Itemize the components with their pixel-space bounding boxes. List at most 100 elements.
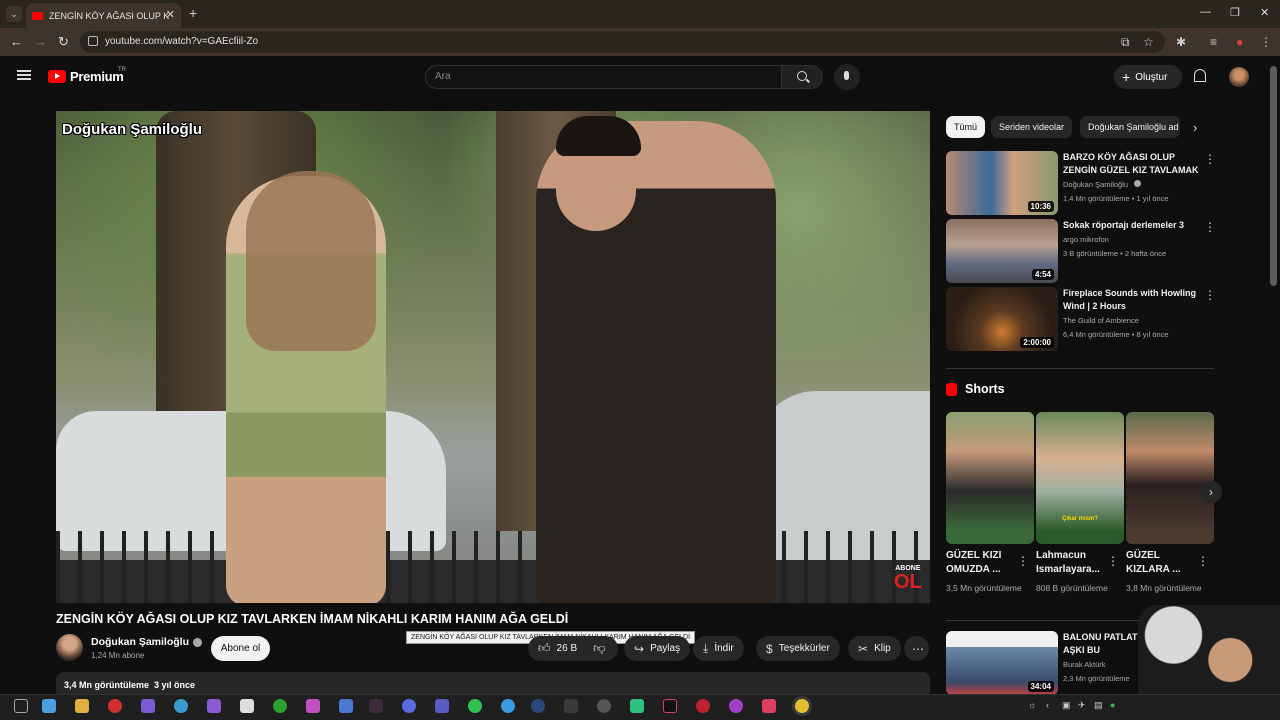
channel-avatar[interactable] bbox=[56, 634, 83, 661]
recommendation-item[interactable]: 10:36 BARZO KÖY AĞASI OLUP ZENGİN GÜZEL … bbox=[946, 151, 1216, 215]
subscribe-button[interactable]: Abone ol bbox=[211, 636, 270, 661]
bookmark-star-icon[interactable]: ☆ bbox=[1143, 35, 1154, 49]
more-icon[interactable]: ⋮ bbox=[1204, 289, 1216, 301]
like-dislike-button[interactable]: 👍︎ 26 B 👎︎ bbox=[528, 636, 618, 661]
whatsapp-icon[interactable] bbox=[468, 699, 482, 713]
more-icon[interactable]: ⋮ bbox=[1204, 221, 1216, 233]
short-thumbnail[interactable] bbox=[946, 412, 1034, 544]
channel-name[interactable]: Doğukan Şamiloğlu bbox=[91, 636, 203, 648]
edge-icon[interactable] bbox=[174, 699, 188, 713]
forward-icon[interactable]: → bbox=[34, 34, 47, 49]
tab-title: ZENGİN KÖY AĞASI OLUP K bbox=[49, 10, 170, 21]
tab-search-icon[interactable]: ⌄ bbox=[6, 6, 22, 22]
recommendation-item[interactable]: 4:54 Sokak röportajı derlemeler 3 argo m… bbox=[946, 219, 1216, 283]
app-icon[interactable] bbox=[240, 699, 254, 713]
youtube-favicon-icon bbox=[32, 11, 43, 20]
discord-icon[interactable] bbox=[402, 699, 416, 713]
tray-icon[interactable]: ▤ bbox=[1094, 700, 1103, 711]
app-icon[interactable] bbox=[339, 699, 353, 713]
app-icon[interactable] bbox=[597, 699, 611, 713]
reload-icon[interactable]: ↻ bbox=[58, 34, 69, 50]
more-icon[interactable]: ⋮ bbox=[1197, 554, 1209, 568]
browser-menu-icon[interactable]: ⋮ bbox=[1260, 35, 1272, 49]
telegram-icon[interactable] bbox=[501, 699, 515, 713]
youtube-logo[interactable]: Premium TR bbox=[48, 67, 126, 84]
video-player[interactable]: Doğukan Şamiloğlu ABONE OL bbox=[56, 111, 930, 603]
file-explorer-icon[interactable] bbox=[75, 699, 89, 713]
shorts-heading-text: Shorts bbox=[965, 382, 1005, 396]
short-title[interactable]: GÜZEL KIZLARA ... bbox=[1126, 549, 1196, 577]
steam-icon[interactable] bbox=[531, 699, 545, 713]
tiktok-icon[interactable] bbox=[663, 699, 677, 713]
short-thumbnail[interactable]: Çıkar mısın? bbox=[1036, 412, 1124, 544]
reading-list-icon[interactable]: ≡ bbox=[1210, 35, 1217, 49]
app-icon[interactable] bbox=[729, 699, 743, 713]
chip-all[interactable]: Tümü bbox=[946, 116, 986, 138]
app-icon[interactable] bbox=[762, 699, 776, 713]
watermark-ol: OL bbox=[894, 571, 922, 593]
notifications-bell-icon[interactable] bbox=[1194, 69, 1206, 82]
voice-search-mic-icon[interactable] bbox=[834, 64, 860, 90]
install-icon[interactable]: ⧉ bbox=[1121, 35, 1130, 50]
shorts-next-icon[interactable]: › bbox=[1200, 481, 1222, 503]
url-field[interactable]: youtube.com/watch?v=GAEcfiil-Zo bbox=[80, 31, 1165, 53]
profile-icon[interactable]: ● bbox=[1236, 35, 1243, 49]
extensions-icon[interactable]: ✱ bbox=[1176, 35, 1186, 49]
video-thumbnail: 2:00:00 bbox=[946, 287, 1058, 351]
minimize-icon[interactable]: — bbox=[1200, 6, 1211, 18]
close-window-icon[interactable]: ✕ bbox=[1260, 6, 1269, 19]
share-label: Paylaş bbox=[650, 643, 681, 654]
tray-icon[interactable]: ✈ bbox=[1078, 700, 1086, 711]
app-icon[interactable] bbox=[369, 699, 383, 713]
chips-next-icon[interactable]: › bbox=[1193, 120, 1197, 135]
more-icon[interactable]: ⋮ bbox=[1017, 554, 1029, 568]
chip-series[interactable]: Seriden videolar bbox=[991, 116, 1073, 138]
create-button[interactable]: + Oluştur bbox=[1114, 65, 1182, 89]
new-tab-icon[interactable]: + bbox=[189, 5, 197, 21]
download-button[interactable]: ⤓ İndir bbox=[693, 636, 744, 661]
epic-games-icon[interactable] bbox=[564, 699, 578, 713]
tray-icon[interactable]: ▣ bbox=[1062, 700, 1071, 711]
user-avatar[interactable] bbox=[1229, 67, 1249, 87]
thanks-label: Teşekkürler bbox=[778, 643, 830, 654]
teams-icon[interactable] bbox=[435, 699, 449, 713]
menu-icon[interactable] bbox=[17, 70, 31, 80]
app-icon[interactable] bbox=[207, 699, 221, 713]
site-info-icon[interactable] bbox=[88, 36, 98, 46]
clip-button[interactable]: ✂ Klip bbox=[848, 636, 901, 661]
back-icon[interactable]: ← bbox=[10, 34, 23, 49]
chip-channel[interactable]: Doğukan Şamiloğlu ad bbox=[1080, 116, 1180, 138]
copilot-icon[interactable] bbox=[141, 699, 155, 713]
short-title[interactable]: Lahmacun Ismarlayara... bbox=[1036, 549, 1106, 577]
app-icon[interactable] bbox=[306, 699, 320, 713]
thanks-button[interactable]: $ Teşekkürler bbox=[756, 636, 840, 661]
xbox-icon[interactable] bbox=[273, 699, 287, 713]
app-icon[interactable] bbox=[630, 699, 644, 713]
search-button[interactable] bbox=[781, 65, 823, 89]
tray-chevron-icon[interactable]: ‹ bbox=[1046, 700, 1049, 710]
tray-icon[interactable]: ● bbox=[1110, 700, 1115, 710]
close-tab-icon[interactable]: ✕ bbox=[166, 8, 175, 21]
share-button[interactable]: ↪ Paylaş bbox=[624, 636, 691, 661]
page-scrollbar[interactable] bbox=[1270, 66, 1277, 286]
chrome-icon[interactable] bbox=[795, 699, 809, 713]
short-thumbnail[interactable] bbox=[1126, 412, 1214, 544]
recommendation-item[interactable]: 2:00:00 Fireplace Sounds with Howling Wi… bbox=[946, 287, 1216, 351]
restore-icon[interactable]: ❐ bbox=[1230, 6, 1240, 19]
task-view-icon[interactable] bbox=[14, 699, 28, 713]
more-icon[interactable]: ⋮ bbox=[1107, 554, 1119, 568]
app-icon[interactable] bbox=[696, 699, 710, 713]
more-icon[interactable]: ⋮ bbox=[1204, 153, 1216, 165]
start-icon[interactable] bbox=[42, 699, 56, 713]
short-title[interactable]: GÜZEL KIZI OMUZDA ... bbox=[946, 549, 1016, 577]
more-actions-button[interactable]: ⋯ bbox=[904, 636, 929, 661]
short-caption: Çıkar mısın? bbox=[1062, 516, 1099, 522]
verified-check-icon bbox=[1134, 180, 1142, 187]
search-input[interactable]: Ara bbox=[425, 65, 782, 89]
tray-icon[interactable]: ☼ bbox=[1028, 700, 1036, 710]
app-icon[interactable] bbox=[108, 699, 122, 713]
browser-tab[interactable]: ZENGİN KÖY AĞASI OLUP K ✕ bbox=[26, 3, 181, 28]
view-count-date: 3,4 Mn görüntüleme 3 yıl önce bbox=[64, 680, 196, 690]
rec-channel: argo mikrofon bbox=[1063, 235, 1109, 244]
duration-badge: 10:36 bbox=[1027, 201, 1054, 212]
